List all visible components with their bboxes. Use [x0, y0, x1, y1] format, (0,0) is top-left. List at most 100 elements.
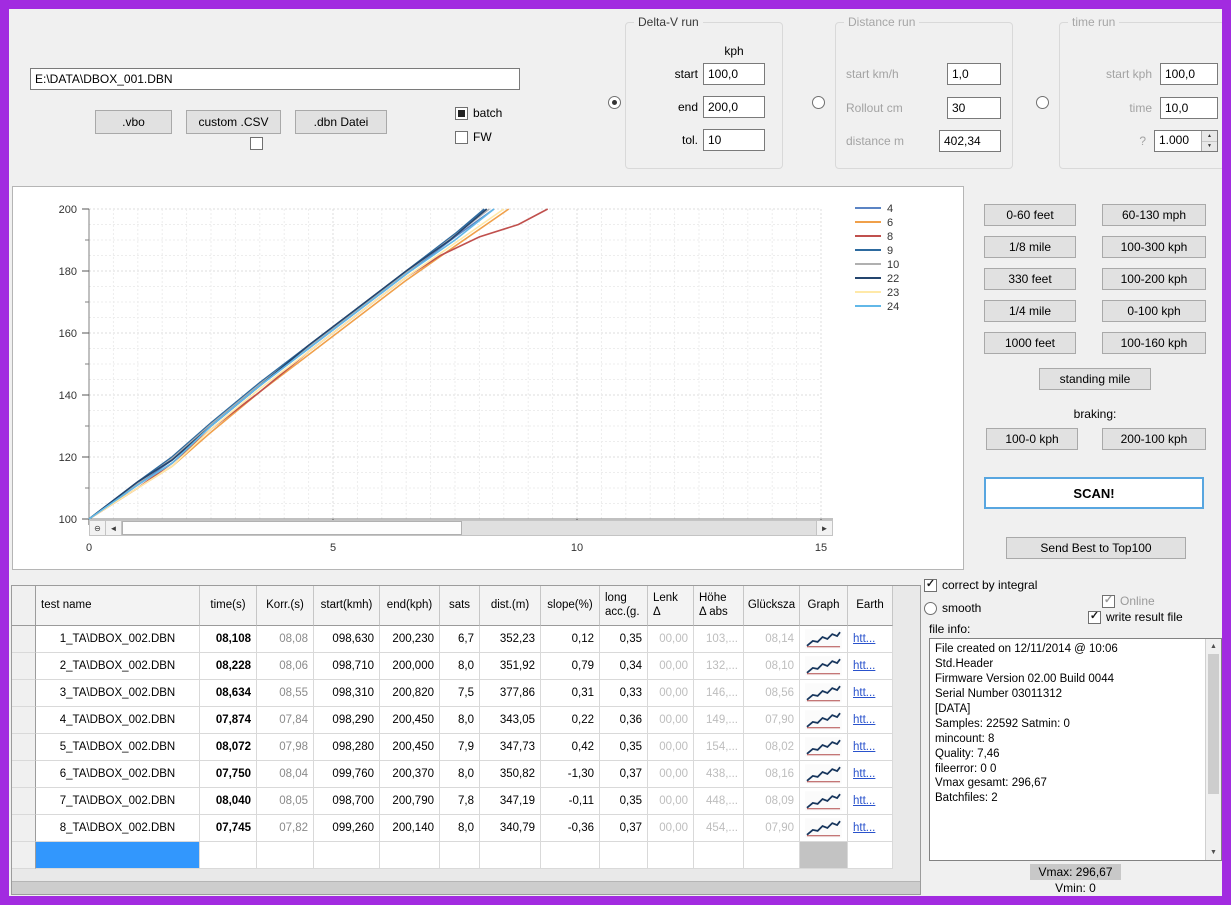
standing-mile-button[interactable]: standing mile [1039, 368, 1151, 390]
fw-checkbox[interactable]: FW [455, 130, 492, 144]
cell-hoehe-empty[interactable] [694, 842, 744, 869]
chart-scrollbar-thumb[interactable] [122, 521, 462, 535]
dbn-datei-button[interactable]: .dbn Datei [295, 110, 387, 134]
rollout-input[interactable] [947, 97, 1001, 119]
info-scrollbar-thumb[interactable] [1208, 654, 1219, 794]
smooth-radio[interactable]: smooth [924, 601, 981, 615]
write-result-file-checkbox[interactable]: ✓ write result file [1088, 610, 1183, 624]
graph-cell[interactable] [800, 707, 848, 734]
factor-spinner[interactable]: 1.000 ▲ ▼ [1154, 130, 1218, 152]
distance-m-input[interactable] [939, 130, 1001, 152]
table-row[interactable]: 1_TA\DBOX_002.DBN08,10808,08098,630200,2… [12, 626, 920, 653]
zoom-out-icon[interactable]: ⊖ [90, 521, 106, 535]
cell-graph-empty[interactable] [800, 842, 848, 869]
chart-h-scrollbar[interactable]: ⊖ ◄ ► [89, 520, 833, 536]
quick-button-100-160-kph[interactable]: 100-160 kph [1102, 332, 1206, 354]
graph-cell[interactable] [800, 680, 848, 707]
graph-cell[interactable] [800, 734, 848, 761]
cell-end-empty[interactable] [380, 842, 440, 869]
time-radio[interactable] [1036, 96, 1049, 109]
cell-acc-empty[interactable] [600, 842, 648, 869]
col-header-start[interactable]: start(kmh) [314, 586, 380, 626]
row-header[interactable] [12, 626, 36, 653]
scroll-right-icon[interactable]: ► [816, 521, 832, 535]
time-start-input[interactable] [1160, 63, 1218, 85]
cell-earth-empty[interactable] [848, 842, 893, 869]
cell-slope-empty[interactable] [541, 842, 600, 869]
col-header-sats[interactable]: sats [440, 586, 480, 626]
row-header[interactable] [12, 680, 36, 707]
graph-cell[interactable] [800, 626, 848, 653]
custom-csv-button[interactable]: custom .CSV [186, 110, 281, 134]
col-header-korr[interactable]: Korr.(s) [257, 586, 314, 626]
distance-radio[interactable] [812, 96, 825, 109]
cell-sats-empty[interactable] [440, 842, 480, 869]
row-header[interactable] [12, 842, 36, 869]
graph-cell[interactable] [800, 788, 848, 815]
unlabeled-checkbox[interactable] [250, 137, 263, 150]
vbo-button[interactable]: .vbo [95, 110, 172, 134]
earth-link[interactable]: htt... [853, 795, 875, 807]
cell-time-empty[interactable] [200, 842, 257, 869]
new-row[interactable] [12, 842, 920, 869]
row-header[interactable] [12, 761, 36, 788]
delta-tol-input[interactable] [703, 129, 765, 151]
earth-link[interactable]: htt... [853, 687, 875, 699]
earth-link[interactable]: htt... [853, 660, 875, 672]
earth-link[interactable]: htt... [853, 714, 875, 726]
cell-dist-empty[interactable] [480, 842, 541, 869]
col-header-earth[interactable]: Earth [848, 586, 893, 626]
col-header-glueck[interactable]: Glücksza [744, 586, 800, 626]
row-header[interactable] [12, 653, 36, 680]
delta-end-input[interactable] [703, 96, 765, 118]
info-scrollbar-track[interactable] [1206, 794, 1221, 845]
table-h-scrollbar[interactable] [12, 881, 920, 894]
quick-button-0-100-kph[interactable]: 0-100 kph [1102, 300, 1206, 322]
cell-lenk-empty[interactable] [648, 842, 694, 869]
earth-link[interactable]: htt... [853, 822, 875, 834]
col-header-end[interactable]: end(kph) [380, 586, 440, 626]
quick-button-1000-feet[interactable]: 1000 feet [984, 332, 1076, 354]
col-header-name[interactable]: test name [36, 586, 200, 626]
col-header-hoehe[interactable]: Höhe Δ abs [694, 586, 744, 626]
braking-100-0-button[interactable]: 100-0 kph [986, 428, 1078, 450]
graph-cell[interactable] [800, 761, 848, 788]
send-best-button[interactable]: Send Best to Top100 [1006, 537, 1186, 559]
file-info-scrollbar[interactable]: ▲ ▼ [1205, 639, 1221, 860]
col-header-slope[interactable]: slope(%) [541, 586, 600, 626]
delta-v-radio[interactable] [608, 96, 621, 109]
col-header-graph[interactable]: Graph [800, 586, 848, 626]
table-row[interactable]: 3_TA\DBOX_002.DBN08,63408,55098,310200,8… [12, 680, 920, 707]
correct-by-integral-checkbox[interactable]: ✓ correct by integral [924, 578, 1037, 592]
earth-link[interactable]: htt... [853, 741, 875, 753]
table-row[interactable]: 5_TA\DBOX_002.DBN08,07207,98098,280200,4… [12, 734, 920, 761]
quick-button-1-8-mile[interactable]: 1/8 mile [984, 236, 1076, 258]
row-header[interactable] [12, 734, 36, 761]
quick-button-100-300-kph[interactable]: 100-300 kph [1102, 236, 1206, 258]
spin-down-icon[interactable]: ▼ [1202, 142, 1217, 152]
table-row[interactable]: 7_TA\DBOX_002.DBN08,04008,05098,700200,7… [12, 788, 920, 815]
scroll-up-icon[interactable]: ▲ [1206, 639, 1221, 654]
cell-start-empty[interactable] [314, 842, 380, 869]
col-header-lenk[interactable]: Lenk Δ [648, 586, 694, 626]
cell-korr-empty[interactable] [257, 842, 314, 869]
col-header-dist[interactable]: dist.(m) [480, 586, 541, 626]
row-header[interactable] [12, 707, 36, 734]
chart-scrollbar-track[interactable] [462, 521, 816, 535]
cell-name-empty[interactable] [36, 842, 200, 869]
quick-button-0-60-feet[interactable]: 0-60 feet [984, 204, 1076, 226]
scroll-left-icon[interactable]: ◄ [106, 521, 122, 535]
table-row[interactable]: 2_TA\DBOX_002.DBN08,22808,06098,710200,0… [12, 653, 920, 680]
table-row[interactable]: 6_TA\DBOX_002.DBN07,75008,04099,760200,3… [12, 761, 920, 788]
online-checkbox[interactable]: ✓ Online [1102, 594, 1155, 608]
row-header[interactable] [12, 815, 36, 842]
col-header-time[interactable]: time(s) [200, 586, 257, 626]
table-row[interactable]: 4_TA\DBOX_002.DBN07,87407,84098,290200,4… [12, 707, 920, 734]
graph-cell[interactable] [800, 815, 848, 842]
quick-button-100-200-kph[interactable]: 100-200 kph [1102, 268, 1206, 290]
col-header-acc[interactable]: long acc.(g. [600, 586, 648, 626]
earth-link[interactable]: htt... [853, 633, 875, 645]
file-path-input[interactable] [30, 68, 520, 90]
table-row[interactable]: 8_TA\DBOX_002.DBN07,74507,82099,260200,1… [12, 815, 920, 842]
distance-start-input[interactable] [947, 63, 1001, 85]
